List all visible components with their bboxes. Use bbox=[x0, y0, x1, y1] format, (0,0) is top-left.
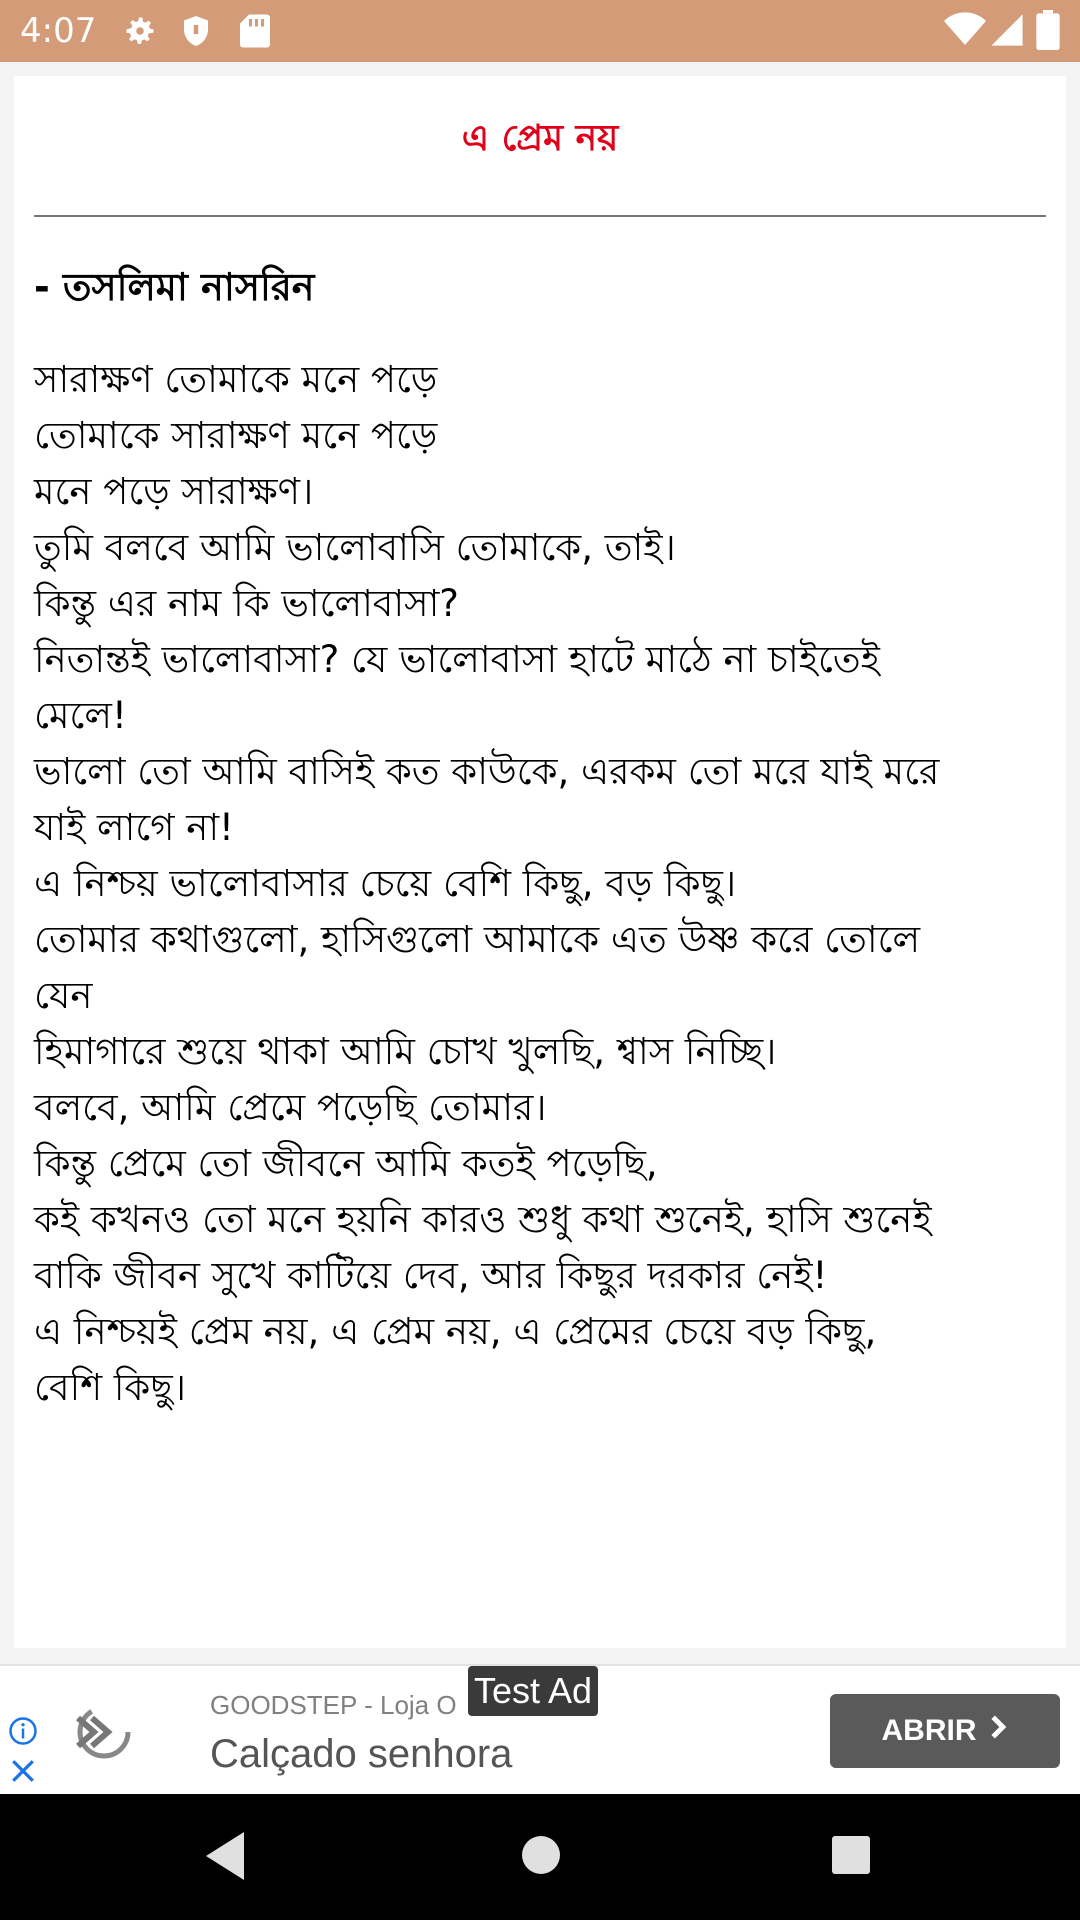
info-icon[interactable] bbox=[8, 1716, 38, 1750]
poem-author: - তসলিমা নাসরিন bbox=[34, 265, 315, 309]
shield-icon bbox=[178, 13, 214, 53]
poem-line: বাকি জীবন সুখে কাটিয়ে দেব, আর কিছুর দরক… bbox=[34, 1254, 828, 1297]
ad-headline[interactable]: Calçado senhora bbox=[210, 1728, 512, 1780]
poem-line: কিন্তু এর নাম কি ভালোবাসা? bbox=[34, 582, 459, 625]
poem-line: বেশি কিছু। bbox=[34, 1366, 186, 1409]
ad-open-label: ABRIR bbox=[881, 1714, 977, 1747]
poem-line: ভালো তো আমি বাসিই কত কাউকে, এরকম তো মরে … bbox=[34, 750, 940, 793]
close-icon[interactable] bbox=[10, 1758, 36, 1788]
poem-line: এ নিশ্চয় ভালোবাসার চেয়ে বেশি কিছু, বড়… bbox=[34, 862, 737, 905]
chevron-right-icon bbox=[987, 1714, 1009, 1748]
poem-line: এ নিশ্চয়ই প্রেম নয়, এ প্রেম নয়, এ প্র… bbox=[34, 1310, 877, 1353]
poem-line: সারাক্ষণ তোমাকে মনে পড়ে bbox=[34, 358, 438, 401]
poem-line: যেন bbox=[34, 974, 93, 1017]
home-icon[interactable] bbox=[520, 1834, 562, 1880]
poem-line: তুমি বলবে আমি ভালোবাসি তোমাকে, তাই। bbox=[34, 526, 676, 569]
poem-line: তোমার কথাগুলো, হাসিগুলো আমাকে এত উষ্ণ কর… bbox=[34, 918, 921, 961]
gear-icon bbox=[122, 13, 158, 53]
navigation-bar bbox=[0, 1794, 1080, 1920]
recents-icon[interactable] bbox=[830, 1834, 872, 1880]
back-icon[interactable] bbox=[204, 1830, 246, 1886]
ad-test-label: Test Ad bbox=[468, 1666, 599, 1716]
wifi-icon bbox=[944, 12, 986, 52]
poem-line: হিমাগারে শুয়ে থাকা আমি চোখ খুলছি, শ্বাস… bbox=[34, 1030, 777, 1073]
poem-line: নিতান্তই ভালোবাসা? যে ভালোবাসা হাটে মাঠে… bbox=[34, 638, 880, 681]
poem-line: মনে পড়ে সারাক্ষণ। bbox=[34, 470, 314, 513]
advertiser-logo-icon bbox=[70, 1702, 134, 1766]
poem-title: এ প্রেম নয় bbox=[461, 118, 619, 159]
status-bar: 4:07 bbox=[0, 0, 1080, 62]
sd-card-icon bbox=[238, 13, 272, 53]
poem-line: কই কখনও তো মনে হয়নি কারও শুধু কথা শুনেই… bbox=[34, 1198, 932, 1241]
battery-icon bbox=[1036, 10, 1060, 54]
poem-line: কিন্তু প্রেমে তো জীবনে আমি কতই পড়েছি, bbox=[34, 1142, 658, 1185]
title-divider bbox=[34, 215, 1046, 217]
ad-advertiser: GOODSTEP - Loja O bbox=[210, 1690, 457, 1720]
status-time: 4:07 bbox=[20, 11, 97, 51]
signal-icon bbox=[990, 12, 1024, 52]
poem-line: তোমাকে সারাক্ষণ মনে পড়ে bbox=[34, 414, 438, 457]
poem-body: সারাক্ষণ তোমাকে মনে পড়ে তোমাকে সারাক্ষণ… bbox=[34, 352, 1059, 1416]
poem-line: যাই লাগে না! bbox=[34, 806, 234, 849]
poem-line: বলবে, আমি প্রেমে পড়েছি তোমার। bbox=[34, 1086, 547, 1129]
ad-open-button[interactable]: ABRIR bbox=[830, 1694, 1060, 1768]
content-card: এ প্রেম নয় - তসলিমা নাসরিন সারাক্ষণ তোম… bbox=[14, 76, 1066, 1648]
poem-line: মেলে! bbox=[34, 694, 127, 737]
ad-banner[interactable]: GOODSTEP - Loja O Calçado senhora Test A… bbox=[0, 1664, 1080, 1796]
